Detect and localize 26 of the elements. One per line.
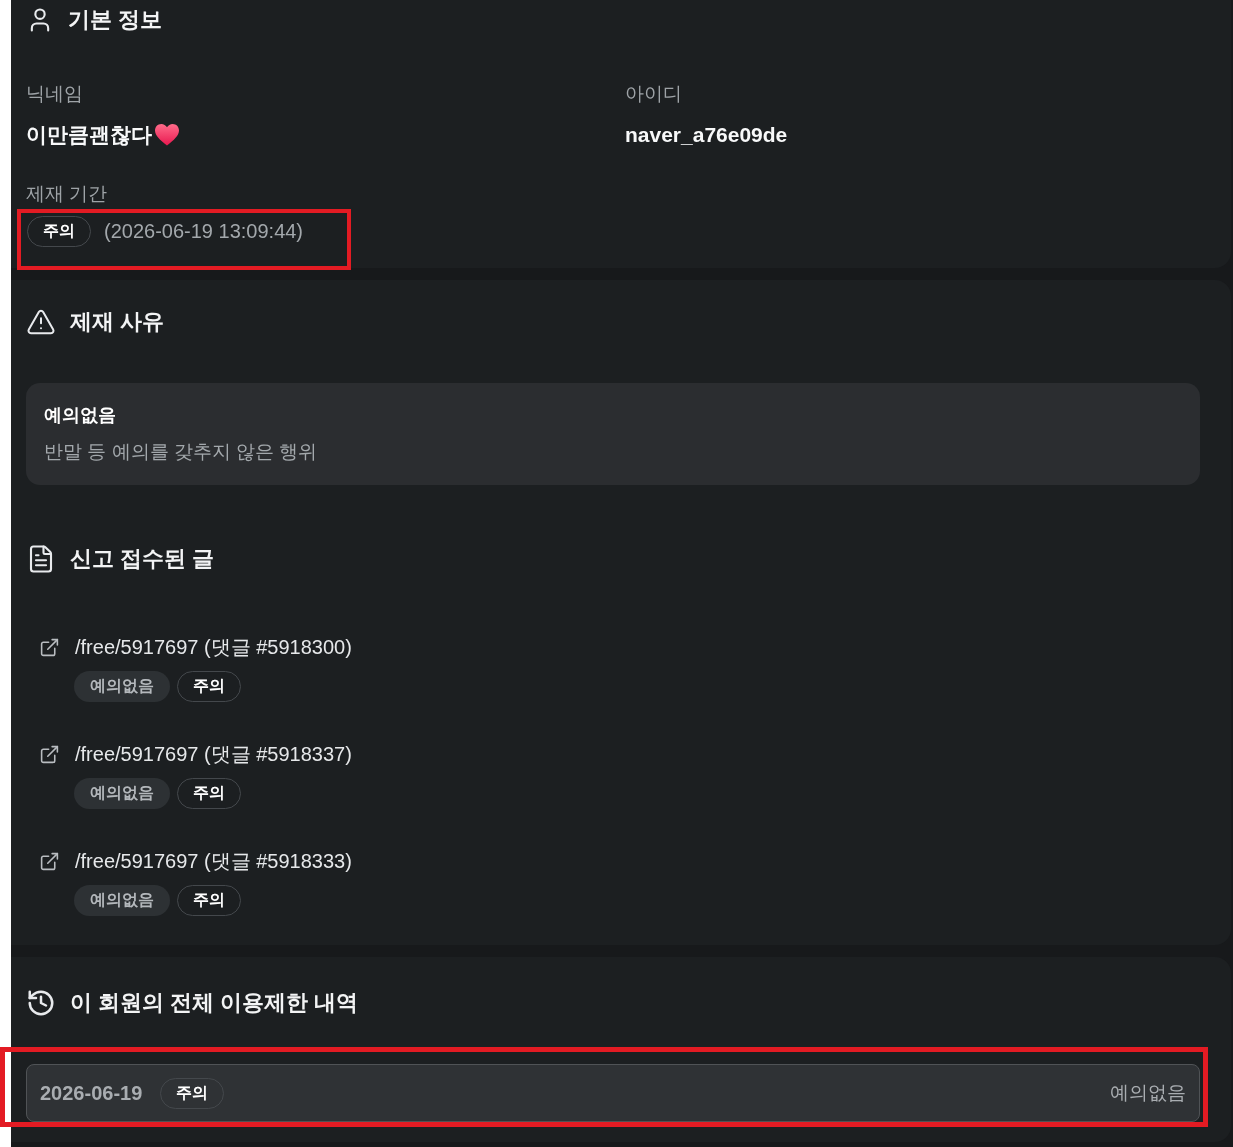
post-link[interactable]: /free/5917697 (댓글 #5918333) — [75, 847, 352, 875]
warning-icon — [26, 307, 56, 337]
history-reason: 예의없음 — [1110, 1081, 1186, 1105]
reason-tag: 예의없음 — [74, 885, 170, 916]
reason-tag: 예의없음 — [74, 671, 170, 702]
reason-tag: 예의없음 — [74, 778, 170, 809]
section-title: 이 회원의 전체 이용제한 내역 — [70, 989, 359, 1017]
section-title: 제재 사유 — [70, 308, 165, 336]
reason-description: 반말 등 예의를 갖추지 않은 행위 — [44, 440, 318, 464]
external-link-icon[interactable] — [39, 743, 60, 765]
history-date: 2026-06-19 — [40, 1081, 143, 1105]
section-title: 기본 정보 — [68, 5, 163, 34]
reason-title: 예의없음 — [44, 404, 116, 427]
field-value: 이만큼괜찮다 — [26, 122, 152, 148]
external-link-icon[interactable] — [39, 636, 60, 658]
post-link[interactable]: /free/5917697 (댓글 #5918300) — [75, 633, 352, 661]
history-icon — [26, 988, 56, 1018]
section-title: 신고 접수된 글 — [70, 545, 215, 573]
heart-icon — [155, 124, 179, 146]
field-label: 닉네임 — [26, 82, 83, 106]
field-label: 아이디 — [625, 82, 682, 106]
period-date: (2026-06-19 13:09:44) — [104, 220, 304, 243]
external-link-icon[interactable] — [39, 850, 60, 872]
post-link[interactable]: /free/5917697 (댓글 #5918337) — [75, 740, 352, 768]
field-value: naver_a76e09de — [625, 122, 788, 148]
field-label: 제재 기간 — [26, 182, 108, 206]
